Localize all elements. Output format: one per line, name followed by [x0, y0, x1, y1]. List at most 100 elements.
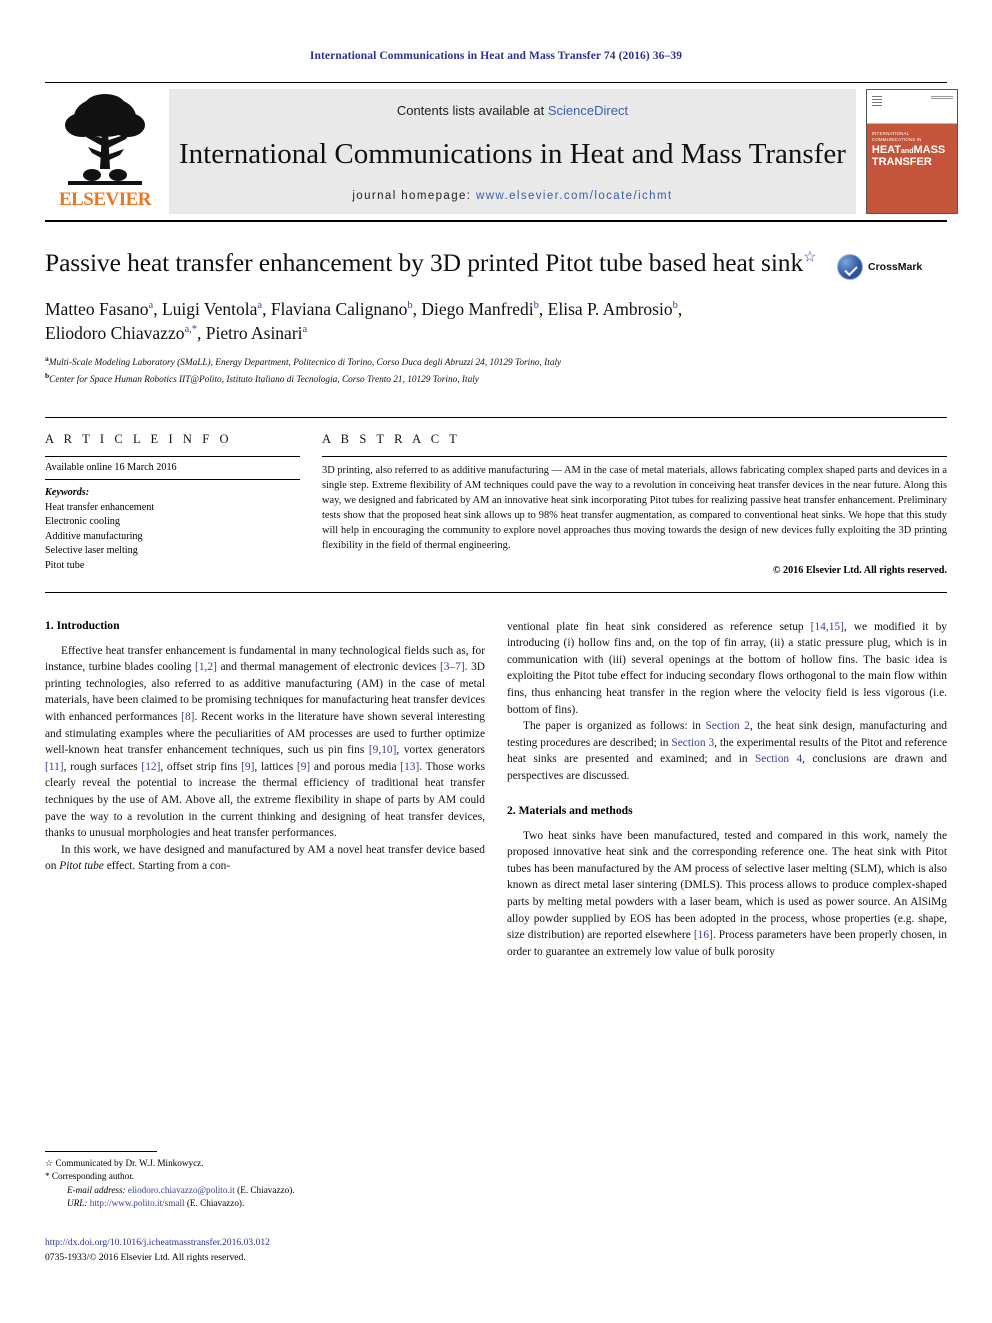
citation-link[interactable]: [14,15] [811, 621, 844, 633]
journal-masthead: ELSEVIER Contents lists available at Sci… [45, 82, 958, 222]
page-footer: http://dx.doi.org/10.1016/j.icheatmasstr… [45, 1236, 270, 1265]
email-link[interactable]: eliodoro.chiavazzo@polito.it [128, 1185, 235, 1195]
text-run: , we modified it by introducing (i) holl… [507, 620, 947, 716]
url-label: URL: [67, 1198, 88, 1209]
url-owner: (E. Chiavazzo). [186, 1198, 245, 1209]
contents-prefix: Contents lists available at [396, 103, 548, 118]
author-name: Luigi Ventola [161, 299, 258, 319]
keyword-item: Electronic cooling [45, 516, 120, 528]
author-name: Matteo Fasano [45, 299, 149, 319]
doi-link[interactable]: http://dx.doi.org/10.1016/j.icheatmasstr… [45, 1236, 270, 1250]
email-label: E-mail address: [67, 1184, 126, 1195]
article-history: Available online 16 March 2016 [45, 462, 177, 474]
footnote-url: URL: http://www.polito.it/small (E. Chia… [45, 1197, 475, 1211]
citation-link[interactable]: [1,2] [195, 661, 217, 673]
author-item: Luigi Ventolaa, [162, 299, 271, 319]
citation-link[interactable]: [11] [45, 761, 64, 773]
abstract-copyright: © 2016 Elsevier Ltd. All rights reserved… [772, 564, 947, 576]
citation-link[interactable]: [12] [141, 761, 160, 773]
cover-top-strip [866, 90, 957, 125]
issn-copyright-line: 0735-1933/© 2016 Elsevier Ltd. All right… [45, 1251, 246, 1263]
cover-issn-mark [930, 96, 953, 100]
author-item: Elisa P. Ambrosiob, [548, 299, 683, 319]
info-abstract-band: A R T I C L E I N F O Available online 1… [45, 417, 947, 593]
citation-link[interactable]: [8] [181, 711, 194, 723]
author-item: Pietro Asinaria [206, 323, 307, 343]
author-affiliation-marker[interactable]: a [303, 324, 308, 335]
author-name: Elisa P. Ambrosio [547, 299, 673, 319]
citation-link[interactable]: [16] [694, 929, 713, 941]
author-item: Flaviana Calignanob, [271, 299, 422, 319]
contents-available-line: Contents lists available at ScienceDirec… [397, 103, 628, 118]
journal-title: International Communications in Heat and… [179, 137, 846, 170]
citation-link[interactable]: [9,10] [369, 744, 397, 756]
author-name: Flaviana Calignano [270, 299, 408, 319]
author-separator: , [153, 299, 162, 319]
homepage-url-link[interactable]: www.elsevier.com/locate/ichmt [476, 190, 673, 202]
cover-title-line1: HEAT [871, 143, 902, 156]
footnote-text: Corresponding author. [51, 1171, 135, 1182]
section-link[interactable]: Section 4 [755, 753, 802, 765]
cover-title: HEATandMASS TRANSFER [871, 143, 952, 169]
keyword-item: Additive manufacturing [45, 530, 143, 542]
paragraph-intro-1: Effective heat transfer enhancement is f… [45, 643, 485, 842]
url-link[interactable]: http://www.polito.it/small [90, 1198, 185, 1208]
paper-page: International Communications in Heat and… [0, 0, 992, 1323]
citation-link[interactable]: [9] [297, 761, 310, 773]
paragraph-right-2: The paper is organized as follows: in Se… [507, 718, 947, 784]
author-name: Pietro Asinari [205, 323, 303, 344]
text-run: , offset strip fins [160, 760, 242, 773]
text-run: , vortex generators [396, 744, 485, 757]
abstract-heading: A B S T R A C T [322, 432, 461, 447]
author-name: Eliodoro Chiavazzo [45, 323, 185, 344]
sciencedirect-link[interactable]: ScienceDirect [548, 103, 628, 118]
text-run: Two heat sinks have been manufactured, t… [507, 829, 947, 942]
cover-body: INTERNATIONAL COMMUNICATIONS IN HEATandM… [866, 124, 957, 213]
text-run: ventional plate fin heat sink considered… [507, 620, 811, 633]
paragraph-right-3: Two heat sinks have been manufactured, t… [507, 828, 947, 961]
body-column-left: 1. Introduction Effective heat transfer … [45, 619, 485, 961]
crossmark-badge[interactable]: CrossMark [837, 248, 947, 280]
crossmark-label: CrossMark [868, 261, 923, 273]
journal-homepage-line: journal homepage: www.elsevier.com/locat… [352, 190, 672, 202]
elsevier-wordmark: ELSEVIER [58, 189, 152, 210]
running-head: International Communications in Heat and… [309, 50, 683, 62]
affiliation-text-b: Center for Space Human Robotics IIT@Poli… [49, 374, 479, 385]
cover-title-line3: TRANSFER [871, 155, 932, 168]
footnote-asterisk-icon: * [45, 1171, 50, 1182]
masthead-center: Contents lists available at ScienceDirec… [169, 89, 856, 214]
citation-link[interactable]: [13] [400, 761, 419, 773]
author-affiliation-marker[interactable]: a,* [184, 324, 197, 335]
section-link[interactable]: Section 2 [705, 720, 749, 732]
homepage-label: journal homepage: [352, 190, 472, 202]
author-item: Matteo Fasanoa, [45, 299, 162, 319]
citation-link[interactable]: [3–7] [440, 661, 465, 673]
affiliation-text-a: Multi-Scale Modeling Laboratory (SMaLL),… [48, 358, 562, 369]
keywords-block: Keywords: Heat transfer enhancement Elec… [45, 480, 300, 573]
section-heading-materials: 2. Materials and methods [507, 803, 633, 817]
emphasis-pitot-tube: Pitot tube [59, 860, 104, 873]
affiliations: aMulti-Scale Modeling Laboratory (SMaLL)… [45, 354, 947, 387]
footnote-communicated: ☆ Communicated by Dr. W.J. Minkowycz. [45, 1157, 475, 1171]
text-run: and porous media [310, 760, 401, 773]
keyword-item: Heat transfer enhancement [45, 501, 155, 513]
author-list: Matteo Fasanoa, Luigi Ventolaa, Flaviana… [45, 297, 947, 345]
text-run: , lattices [254, 760, 297, 773]
email-owner: (E. Chiavazzo). [237, 1184, 295, 1195]
cover-title-and: and [901, 147, 914, 155]
body-columns: 1. Introduction Effective heat transfer … [45, 619, 947, 961]
title-footnote-star-icon[interactable]: ☆ [803, 250, 816, 266]
author-separator: , [262, 299, 271, 319]
page-title: Passive heat transfer enhancement by 3D … [45, 248, 823, 279]
cover-title-line2: MASS [913, 143, 946, 156]
title-left: Passive heat transfer enhancement by 3D … [45, 248, 837, 280]
footnote-text: Communicated by Dr. W.J. Minkowycz. [55, 1157, 204, 1168]
section-heading-introduction: 1. Introduction [45, 618, 120, 632]
paper-title-text: Passive heat transfer enhancement by 3D … [45, 248, 804, 277]
footnotes-block: ☆ Communicated by Dr. W.J. Minkowycz. * … [45, 1150, 475, 1211]
footnote-corresponding: * Corresponding author. [45, 1170, 475, 1184]
citation-link[interactable]: [9] [241, 761, 254, 773]
keyword-item: Pitot tube [45, 559, 85, 571]
cover-kicker: INTERNATIONAL COMMUNICATIONS IN [871, 131, 922, 143]
section-link[interactable]: Section 3 [671, 737, 714, 749]
